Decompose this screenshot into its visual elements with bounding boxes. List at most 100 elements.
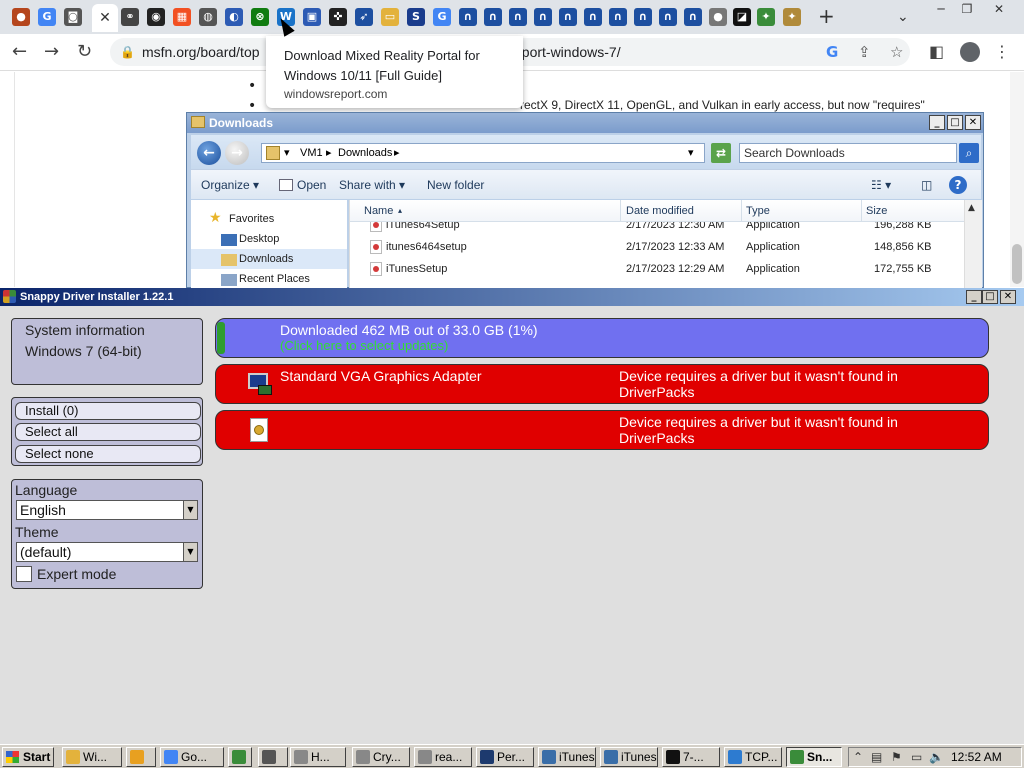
msfn-icon-9[interactable]: ∩ — [659, 8, 677, 26]
page-scroll-thumb[interactable] — [1012, 244, 1022, 284]
language-select[interactable]: English ▼ — [16, 500, 198, 520]
taskbar-item[interactable]: Wi... — [62, 747, 122, 767]
device-item[interactable]: Standard VGA Graphics Adapter Device req… — [215, 364, 989, 404]
msfn-icon-10[interactable]: ∩ — [684, 8, 702, 26]
select-updates-link[interactable]: (Click here to select updates) — [280, 338, 448, 353]
msfn-icon-1[interactable]: ∩ — [459, 8, 477, 26]
search-icon[interactable]: ⌕ — [959, 143, 979, 163]
msfn-icon-4[interactable]: ∩ — [534, 8, 552, 26]
profile-avatar-icon[interactable] — [960, 42, 980, 62]
path-segment[interactable]: Downloads — [338, 144, 392, 162]
reload-icon[interactable]: ↻ — [77, 42, 92, 62]
amd-icon[interactable]: ◪ — [733, 8, 751, 26]
path-dropdown-icon[interactable]: ▾ — [284, 144, 290, 162]
msfn-icon-3[interactable]: ∩ — [509, 8, 527, 26]
taskbar-item[interactable]: TCP... — [724, 747, 782, 767]
column-separator[interactable] — [620, 200, 621, 222]
close-icon[interactable]: ✕ — [1000, 290, 1016, 304]
path-chevron-icon[interactable]: ▸ — [394, 144, 400, 162]
taskbar-item[interactable]: rea... — [414, 747, 472, 767]
msfn-icon-5[interactable]: ∩ — [559, 8, 577, 26]
system-info-panel[interactable]: System information Windows 7 (64-bit) — [11, 318, 203, 385]
folder-icon[interactable]: ▭ — [381, 8, 399, 26]
share-with-button[interactable]: Share with ▾ — [339, 178, 405, 192]
path-chevron-icon[interactable]: ▸ — [326, 144, 332, 162]
bookmark-star-icon[interactable]: ☆ — [890, 43, 903, 61]
help-icon[interactable]: ? — [949, 176, 967, 194]
vm-icon[interactable]: ◐ — [225, 8, 243, 26]
select-all-button[interactable]: Select all — [15, 423, 201, 441]
back-arrow-icon[interactable]: ← — [197, 141, 221, 165]
taskbar-item[interactable] — [126, 747, 156, 767]
restore-icon[interactable]: ❐ — [952, 2, 982, 16]
chevron-down-icon[interactable]: ▼ — [183, 501, 197, 519]
msfn-icon-8[interactable]: ∩ — [634, 8, 652, 26]
google-icon[interactable]: G — [38, 8, 56, 26]
table-row[interactable]: itunes6464setup 2/17/2023 12:33 AM Appli… — [350, 236, 964, 258]
nav-item-recent-places[interactable]: Recent Places — [239, 272, 310, 286]
taskbar-item[interactable]: Per... — [476, 747, 534, 767]
share-icon[interactable]: ⇪ — [858, 43, 871, 61]
maximize-icon[interactable]: □ — [982, 290, 998, 304]
github-icon[interactable]: ◉ — [147, 8, 165, 26]
col-size[interactable]: Size — [866, 204, 887, 218]
nav-item-downloads[interactable]: Downloads — [239, 252, 293, 266]
file-list-scrollbar[interactable]: ▲ — [964, 200, 982, 288]
taskbar-item[interactable]: Sn... — [786, 747, 842, 767]
col-name[interactable]: Name — [364, 204, 393, 218]
taskbar-item[interactable]: Cry... — [352, 747, 410, 767]
clock[interactable]: 12:52 AM — [951, 750, 1002, 764]
col-date-modified[interactable]: Date modified — [626, 204, 694, 218]
side-panel-icon[interactable]: ◧ — [929, 43, 944, 61]
taskbar-item[interactable]: Go... — [160, 747, 224, 767]
globe-icon[interactable]: ◍ — [199, 8, 217, 26]
install-button[interactable]: Install (0) — [15, 402, 201, 420]
back-icon[interactable]: ← — [12, 42, 27, 62]
nav-item-desktop[interactable]: Desktop — [239, 232, 279, 246]
refresh-icon[interactable]: ⇄ — [711, 143, 731, 163]
table-row[interactable]: iTunesSetup 2/17/2023 12:29 AM Applicati… — [350, 258, 964, 280]
history-dropdown-icon[interactable]: ▾ — [688, 144, 694, 162]
expert-mode-checkbox[interactable] — [16, 566, 32, 582]
minimize-icon[interactable]: _ — [966, 290, 982, 304]
battery-icon[interactable]: ▭ — [911, 750, 922, 764]
tab-search-icon[interactable]: ⌄ — [897, 8, 909, 26]
chevron-down-icon[interactable]: ▼ — [183, 543, 197, 561]
explorer-search-input[interactable]: Search Downloads — [739, 143, 957, 163]
download-status-item[interactable]: Downloaded 462 MB out of 33.0 GB (1%) (C… — [215, 318, 989, 358]
link-icon[interactable]: ⚭ — [121, 8, 139, 26]
organize-button[interactable]: Organize ▾ — [201, 178, 259, 192]
taskbar-item[interactable]: 7-... — [662, 747, 720, 767]
close-window-icon[interactable]: ✕ — [984, 2, 1014, 16]
tab-close-icon[interactable]: ✕ — [92, 4, 118, 32]
col-type[interactable]: Type — [746, 204, 770, 218]
new-tab-button[interactable]: + — [818, 6, 835, 26]
taskbar-item[interactable]: iTunes — [600, 747, 658, 767]
select-none-button[interactable]: Select none — [15, 445, 201, 463]
menu-icon[interactable]: ⋮ — [994, 43, 1010, 61]
microsoft-icon[interactable]: ▦ — [173, 8, 191, 26]
taskbar-item[interactable]: H... — [290, 747, 346, 767]
xbox-icon[interactable]: ⊗ — [251, 8, 269, 26]
taskbar-item[interactable] — [258, 747, 288, 767]
theme-select[interactable]: (default) ▼ — [16, 542, 198, 562]
s-icon[interactable]: S — [407, 8, 425, 26]
sdi-titlebar[interactable]: Snappy Driver Installer 1.22.1 _ □ ✕ — [0, 288, 1024, 306]
maximize-icon[interactable]: □ — [947, 115, 963, 130]
google-lens-icon[interactable]: G — [826, 43, 838, 61]
start-button[interactable]: Start — [2, 747, 54, 767]
forward-icon[interactable]: → — [44, 42, 59, 62]
bot-icon[interactable]: ◙ — [64, 8, 82, 26]
forward-arrow-icon[interactable]: → — [225, 141, 249, 165]
minimize-icon[interactable]: _ — [929, 115, 945, 130]
explorer-titlebar[interactable]: Downloads _ □ ✕ — [187, 113, 983, 133]
preview-pane-icon[interactable]: ◫ — [921, 178, 932, 192]
apple-icon[interactable]: ● — [709, 8, 727, 26]
network-icon[interactable]: ▤ — [871, 750, 882, 764]
msfn-icon-7[interactable]: ∩ — [609, 8, 627, 26]
action-center-icon[interactable]: ⚑ — [891, 750, 902, 764]
store-icon[interactable]: ▣ — [303, 8, 321, 26]
close-icon[interactable]: ✕ — [965, 115, 981, 130]
sdi-icon-2[interactable]: ✦ — [783, 8, 801, 26]
nav-favorites[interactable]: Favorites — [229, 212, 274, 226]
